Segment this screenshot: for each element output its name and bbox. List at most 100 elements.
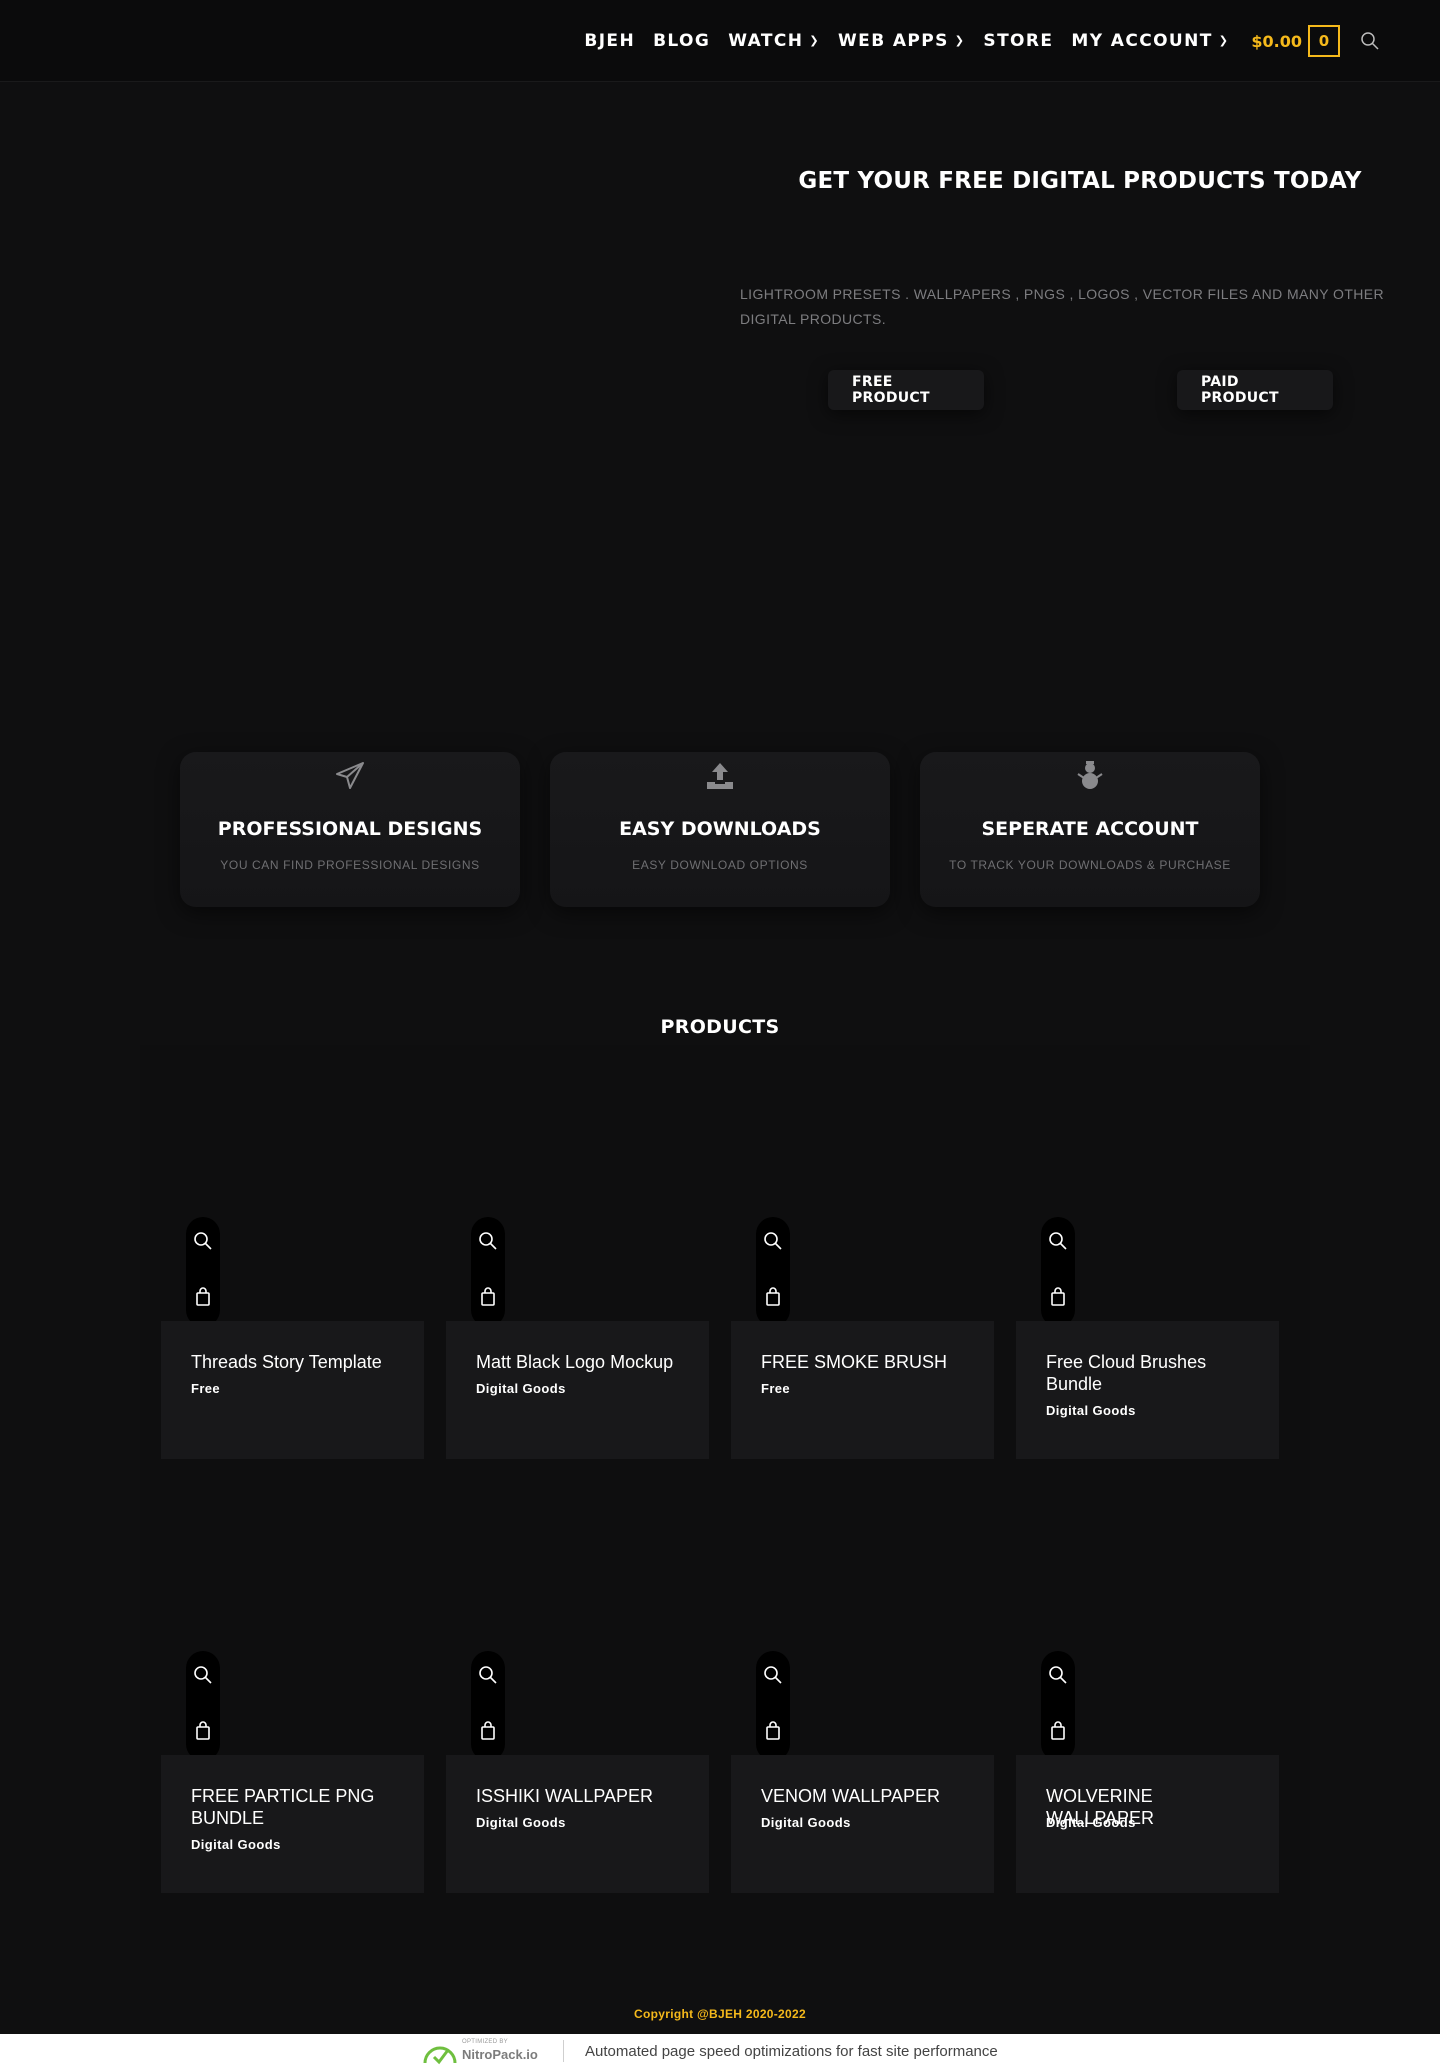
product-info: Free Cloud Brushes Bundle Digital Goods: [1016, 1321, 1279, 1459]
hero-title: GET YOUR FREE DIGITAL PRODUCTS TODAY: [798, 168, 1362, 194]
nav-label: BLOG: [653, 31, 711, 51]
chevron-down-icon: ❯: [1218, 33, 1230, 47]
divider: [563, 2040, 564, 2062]
shopping-bag-icon[interactable]: [1048, 1721, 1068, 1741]
nitropack-optimized-label: OPTIMIZED BY: [462, 2039, 508, 2045]
product-actions: [186, 1217, 220, 1327]
product-name[interactable]: VENOM WALLPAPER: [761, 1785, 971, 1807]
product-name[interactable]: Threads Story Template: [191, 1351, 401, 1373]
nav-item-blog[interactable]: BLOG: [653, 31, 710, 51]
nav-label: BJEH: [584, 31, 636, 51]
product-name[interactable]: ISSHIKI WALLPAPER: [476, 1785, 686, 1807]
products-title: PRODUCTS: [660, 1016, 780, 1038]
product-category[interactable]: Free: [761, 1381, 790, 1396]
product-actions: [756, 1217, 790, 1327]
shopping-bag-icon[interactable]: [478, 1287, 498, 1307]
product-card-venom-wallpaper[interactable]: VENOM WALLPAPER Digital Goods: [731, 1562, 994, 1893]
product-category[interactable]: Free: [191, 1381, 220, 1396]
product-info: FREE PARTICLE PNG BUNDLE Digital Goods: [161, 1755, 424, 1893]
product-category[interactable]: Digital Goods: [1046, 1403, 1136, 1418]
product-card-isshiki-wallpaper[interactable]: ISSHIKI WALLPAPER Digital Goods: [446, 1562, 709, 1893]
product-name[interactable]: Free Cloud Brushes Bundle: [1046, 1351, 1256, 1395]
nitropack-bar: OPTIMIZED BY NitroPack.io Automated page…: [0, 2034, 1440, 2069]
search-icon[interactable]: [478, 1231, 498, 1251]
shopping-bag-icon[interactable]: [193, 1287, 213, 1307]
product-info: Matt Black Logo Mockup Digital Goods: [446, 1321, 709, 1459]
product-card-matt-black-logo-mockup[interactable]: Matt Black Logo Mockup Digital Goods: [446, 1128, 709, 1459]
search-icon[interactable]: [1048, 1665, 1068, 1685]
product-card-threads-story-template[interactable]: Threads Story Template Free: [161, 1128, 424, 1459]
chevron-down-icon: ❯: [954, 33, 966, 47]
search-icon[interactable]: [1048, 1231, 1068, 1251]
nitropack-badge-icon: [423, 2046, 457, 2065]
feature-card-seperate-account: SEPERATE ACCOUNT TO TRACK YOUR DOWNLOADS…: [920, 752, 1260, 907]
nav-item-bjeh[interactable]: BJEH: [584, 31, 635, 51]
feature-title: PROFESSIONAL DESIGNS: [217, 818, 483, 840]
paper-plane-icon: [336, 762, 364, 789]
shopping-bag-icon[interactable]: [193, 1721, 213, 1741]
search-icon[interactable]: [193, 1231, 213, 1251]
search-icon[interactable]: [763, 1665, 783, 1685]
feature-card-professional-designs: PROFESSIONAL DESIGNS YOU CAN FIND PROFES…: [180, 752, 520, 907]
nav-item-store[interactable]: STORE: [983, 31, 1053, 51]
nav-item-watch[interactable]: WATCH ❯: [728, 31, 820, 51]
shopping-bag-icon[interactable]: [478, 1721, 498, 1741]
nitropack-brand: NitroPack.io: [462, 2047, 538, 2062]
search-icon[interactable]: [763, 1231, 783, 1251]
product-category[interactable]: Digital Goods: [761, 1815, 851, 1830]
shopping-bag-icon[interactable]: [763, 1287, 783, 1307]
search-icon[interactable]: [193, 1665, 213, 1685]
product-info: FREE SMOKE BRUSH Free: [731, 1321, 994, 1459]
upload-icon: [707, 763, 733, 789]
search-icon[interactable]: [1360, 31, 1380, 51]
product-card-wolverine-wallpaper[interactable]: WOLVERINE WALLPAPER Digital Goods: [1016, 1562, 1279, 1893]
cart-total: $0.00: [1251, 31, 1302, 51]
product-category[interactable]: Digital Goods: [476, 1381, 566, 1396]
main-nav: BJEH BLOG WATCH ❯ WEB APPS ❯ STORE MY AC…: [566, 0, 1380, 82]
feature-title: SEPERATE ACCOUNT: [981, 818, 1199, 840]
product-name[interactable]: Matt Black Logo Mockup: [476, 1351, 686, 1373]
hero-description: LIGHTROOM PRESETS . WALLPAPERS , PNGS , …: [740, 286, 1385, 327]
shopping-bag-icon[interactable]: [763, 1721, 783, 1741]
feature-subtitle: EASY DOWNLOAD OPTIONS: [632, 858, 808, 872]
chevron-down-icon: ❯: [809, 33, 821, 47]
cart-button[interactable]: $0.00 0: [1251, 25, 1340, 57]
feature-subtitle: YOU CAN FIND PROFESSIONAL DESIGNS: [220, 858, 480, 872]
product-actions: [756, 1651, 790, 1761]
product-actions: [186, 1651, 220, 1761]
product-info: VENOM WALLPAPER Digital Goods: [731, 1755, 994, 1893]
site-header: BJEH BLOG WATCH ❯ WEB APPS ❯ STORE MY AC…: [0, 0, 1440, 82]
product-info: ISSHIKI WALLPAPER Digital Goods: [446, 1755, 709, 1893]
search-icon[interactable]: [478, 1665, 498, 1685]
product-name[interactable]: FREE SMOKE BRUSH: [761, 1351, 971, 1373]
nav-item-web-apps[interactable]: WEB APPS ❯: [838, 31, 965, 51]
nitropack-logo[interactable]: OPTIMIZED BY NitroPack.io: [422, 2038, 552, 2066]
shopping-bag-icon[interactable]: [1048, 1287, 1068, 1307]
feature-subtitle: TO TRACK YOUR DOWNLOADS & PURCHASE: [949, 858, 1231, 872]
feature-title: EASY DOWNLOADS: [619, 818, 821, 840]
paid-product-button[interactable]: PAID PRODUCT: [1177, 370, 1333, 410]
product-category[interactable]: Digital Goods: [191, 1837, 281, 1852]
product-category[interactable]: Digital Goods: [1046, 1815, 1136, 1830]
product-card-free-particle-png-bundle[interactable]: FREE PARTICLE PNG BUNDLE Digital Goods: [161, 1562, 424, 1893]
product-actions: [1041, 1651, 1075, 1761]
cart-count-badge: 0: [1308, 25, 1340, 57]
product-actions: [1041, 1217, 1075, 1327]
product-actions: [471, 1217, 505, 1327]
product-card-free-smoke-brush[interactable]: FREE SMOKE BRUSH Free: [731, 1128, 994, 1459]
nitropack-tagline: Automated page speed optimizations for f…: [585, 2043, 998, 2060]
copyright-text: Copyright @BJEH 2020-2022: [634, 2007, 806, 2021]
nav-label: WATCH: [728, 31, 804, 51]
nav-label: MY ACCOUNT: [1071, 31, 1213, 51]
nav-label: STORE: [983, 31, 1054, 51]
product-info: Threads Story Template Free: [161, 1321, 424, 1459]
product-category[interactable]: Digital Goods: [476, 1815, 566, 1830]
feature-card-easy-downloads: EASY DOWNLOADS EASY DOWNLOAD OPTIONS: [550, 752, 890, 907]
product-card-free-cloud-brushes-bundle[interactable]: Free Cloud Brushes Bundle Digital Goods: [1016, 1128, 1279, 1459]
product-actions: [471, 1651, 505, 1761]
product-name[interactable]: FREE PARTICLE PNG BUNDLE: [191, 1785, 401, 1829]
snowman-icon: [1077, 761, 1103, 789]
nav-item-my-account[interactable]: MY ACCOUNT ❯: [1071, 31, 1229, 51]
product-info: WOLVERINE WALLPAPER Digital Goods: [1016, 1755, 1279, 1893]
free-product-button[interactable]: FREE PRODUCT: [828, 370, 984, 410]
